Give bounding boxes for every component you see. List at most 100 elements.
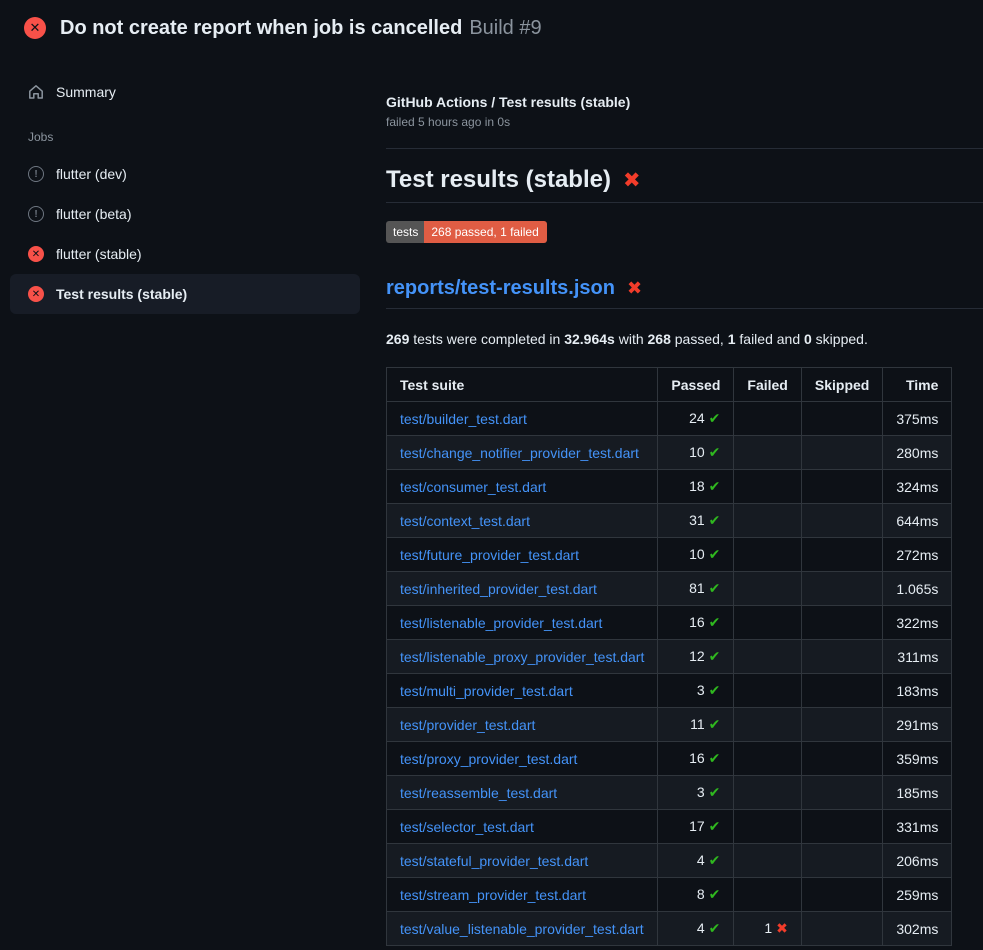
report-heading: reports/test-results.json ✖ bbox=[386, 277, 983, 309]
build-number: Build #9 bbox=[469, 17, 541, 40]
green-check-mark-icon: ✔ bbox=[709, 886, 721, 902]
summary-part: with bbox=[615, 331, 648, 347]
sidebar-job-label: flutter (beta) bbox=[56, 206, 131, 222]
table-column-header: Skipped bbox=[801, 368, 882, 402]
table-column-header: Failed bbox=[734, 368, 801, 402]
green-check-mark-icon: ✔ bbox=[709, 580, 721, 596]
x-circle-fill-icon: ✕ bbox=[24, 17, 46, 39]
suite-link[interactable]: test/reassemble_test.dart bbox=[400, 785, 557, 801]
suite-link[interactable]: test/selector_test.dart bbox=[400, 819, 534, 835]
table-column-header: Passed bbox=[658, 368, 734, 402]
suite-link[interactable]: test/change_notifier_provider_test.dart bbox=[400, 445, 639, 461]
suite-link[interactable]: test/inherited_provider_test.dart bbox=[400, 581, 597, 597]
failed-cell bbox=[734, 470, 801, 504]
passed-cell-value: 8 bbox=[697, 886, 705, 902]
skipped-cell bbox=[801, 776, 882, 810]
suite-link[interactable]: test/builder_test.dart bbox=[400, 411, 527, 427]
time-cell: 375ms bbox=[883, 402, 952, 436]
sidebar-summary-label: Summary bbox=[56, 84, 116, 100]
section-heading: Test results (stable) ✖ bbox=[386, 166, 983, 203]
sidebar-job-item[interactable]: !flutter (beta) bbox=[10, 194, 360, 234]
suite-link[interactable]: test/value_listenable_provider_test.dart bbox=[400, 921, 644, 937]
table-row: test/builder_test.dart24✔375ms bbox=[387, 402, 952, 436]
passed-cell: 3✔ bbox=[658, 776, 734, 810]
skipped-cell bbox=[801, 810, 882, 844]
time-cell: 206ms bbox=[883, 844, 952, 878]
passed-cell-value: 10 bbox=[689, 444, 705, 460]
time-cell: 302ms bbox=[883, 912, 952, 946]
red-cross-mark-icon: ✖ bbox=[623, 168, 641, 193]
passed-cell: 16✔ bbox=[658, 742, 734, 776]
x-circle-fill-icon: ✕ bbox=[28, 286, 44, 302]
sidebar-jobs-heading: Jobs bbox=[10, 112, 360, 154]
failed-cell bbox=[734, 810, 801, 844]
suite-cell: test/listenable_provider_test.dart bbox=[387, 606, 658, 640]
skipped-cell bbox=[801, 470, 882, 504]
build-header: ✕ Do not create report when job is cance… bbox=[0, 0, 983, 56]
skipped-cell bbox=[801, 674, 882, 708]
skipped-cell bbox=[801, 844, 882, 878]
time-cell: 272ms bbox=[883, 538, 952, 572]
suite-link[interactable]: test/provider_test.dart bbox=[400, 717, 535, 733]
passed-cell-value: 18 bbox=[689, 478, 705, 494]
failed-cell bbox=[734, 878, 801, 912]
home-icon bbox=[28, 84, 44, 100]
red-cross-mark-icon: ✖ bbox=[627, 278, 642, 299]
summary-part: 268 bbox=[648, 331, 671, 347]
summary-part: 0 bbox=[804, 331, 812, 347]
time-cell: 291ms bbox=[883, 708, 952, 742]
suite-link[interactable]: test/proxy_provider_test.dart bbox=[400, 751, 577, 767]
section-title: Test results (stable) bbox=[386, 166, 611, 194]
green-check-mark-icon: ✔ bbox=[709, 716, 721, 732]
passed-cell: 10✔ bbox=[658, 538, 734, 572]
green-check-mark-icon: ✔ bbox=[709, 512, 721, 528]
summary-part: 269 bbox=[386, 331, 409, 347]
suite-link[interactable]: test/stream_provider_test.dart bbox=[400, 887, 586, 903]
tests-badge-value: 268 passed, 1 failed bbox=[424, 221, 546, 243]
sidebar-job-item[interactable]: !flutter (dev) bbox=[10, 154, 360, 194]
failed-cell bbox=[734, 504, 801, 538]
green-check-mark-icon: ✔ bbox=[709, 410, 721, 426]
suite-link[interactable]: test/consumer_test.dart bbox=[400, 479, 546, 495]
suite-link[interactable]: test/stateful_provider_test.dart bbox=[400, 853, 588, 869]
sidebar-job-item[interactable]: ✕Test results (stable) bbox=[10, 274, 360, 314]
sidebar-item-summary[interactable]: Summary bbox=[10, 72, 360, 112]
passed-cell: 17✔ bbox=[658, 810, 734, 844]
failed-cell bbox=[734, 844, 801, 878]
failed-cell bbox=[734, 402, 801, 436]
passed-cell: 16✔ bbox=[658, 606, 734, 640]
summary-part: 1 bbox=[728, 331, 736, 347]
green-check-mark-icon: ✔ bbox=[709, 818, 721, 834]
tests-badge: tests 268 passed, 1 failed bbox=[386, 221, 547, 243]
skipped-cell bbox=[801, 878, 882, 912]
table-header-row: Test suitePassedFailedSkippedTime bbox=[387, 368, 952, 402]
skipped-cell bbox=[801, 708, 882, 742]
table-column-header: Test suite bbox=[387, 368, 658, 402]
passed-cell-value: 4 bbox=[697, 852, 705, 868]
suite-link[interactable]: test/listenable_provider_test.dart bbox=[400, 615, 602, 631]
failed-cell bbox=[734, 640, 801, 674]
skipped-cell bbox=[801, 436, 882, 470]
summary-part: tests were completed in bbox=[409, 331, 564, 347]
suite-cell: test/consumer_test.dart bbox=[387, 470, 658, 504]
failed-cell bbox=[734, 742, 801, 776]
sidebar-job-item[interactable]: ✕flutter (stable) bbox=[10, 234, 360, 274]
passed-cell-value: 17 bbox=[689, 818, 705, 834]
report-file-link[interactable]: reports/test-results.json bbox=[386, 277, 615, 300]
suite-cell: test/stateful_provider_test.dart bbox=[387, 844, 658, 878]
table-row: test/stateful_provider_test.dart4✔206ms bbox=[387, 844, 952, 878]
green-check-mark-icon: ✔ bbox=[709, 614, 721, 630]
passed-cell-value: 3 bbox=[697, 784, 705, 800]
passed-cell-value: 3 bbox=[697, 682, 705, 698]
suite-link[interactable]: test/context_test.dart bbox=[400, 513, 530, 529]
table-row: test/value_listenable_provider_test.dart… bbox=[387, 912, 952, 946]
suite-link[interactable]: test/multi_provider_test.dart bbox=[400, 683, 573, 699]
skipped-cell bbox=[801, 538, 882, 572]
suite-link[interactable]: test/future_provider_test.dart bbox=[400, 547, 579, 563]
suite-link[interactable]: test/listenable_proxy_provider_test.dart bbox=[400, 649, 644, 665]
table-column-header: Time bbox=[883, 368, 952, 402]
time-cell: 331ms bbox=[883, 810, 952, 844]
green-check-mark-icon: ✔ bbox=[709, 444, 721, 460]
failed-cell bbox=[734, 572, 801, 606]
red-cross-mark-icon: ✖ bbox=[776, 920, 788, 936]
